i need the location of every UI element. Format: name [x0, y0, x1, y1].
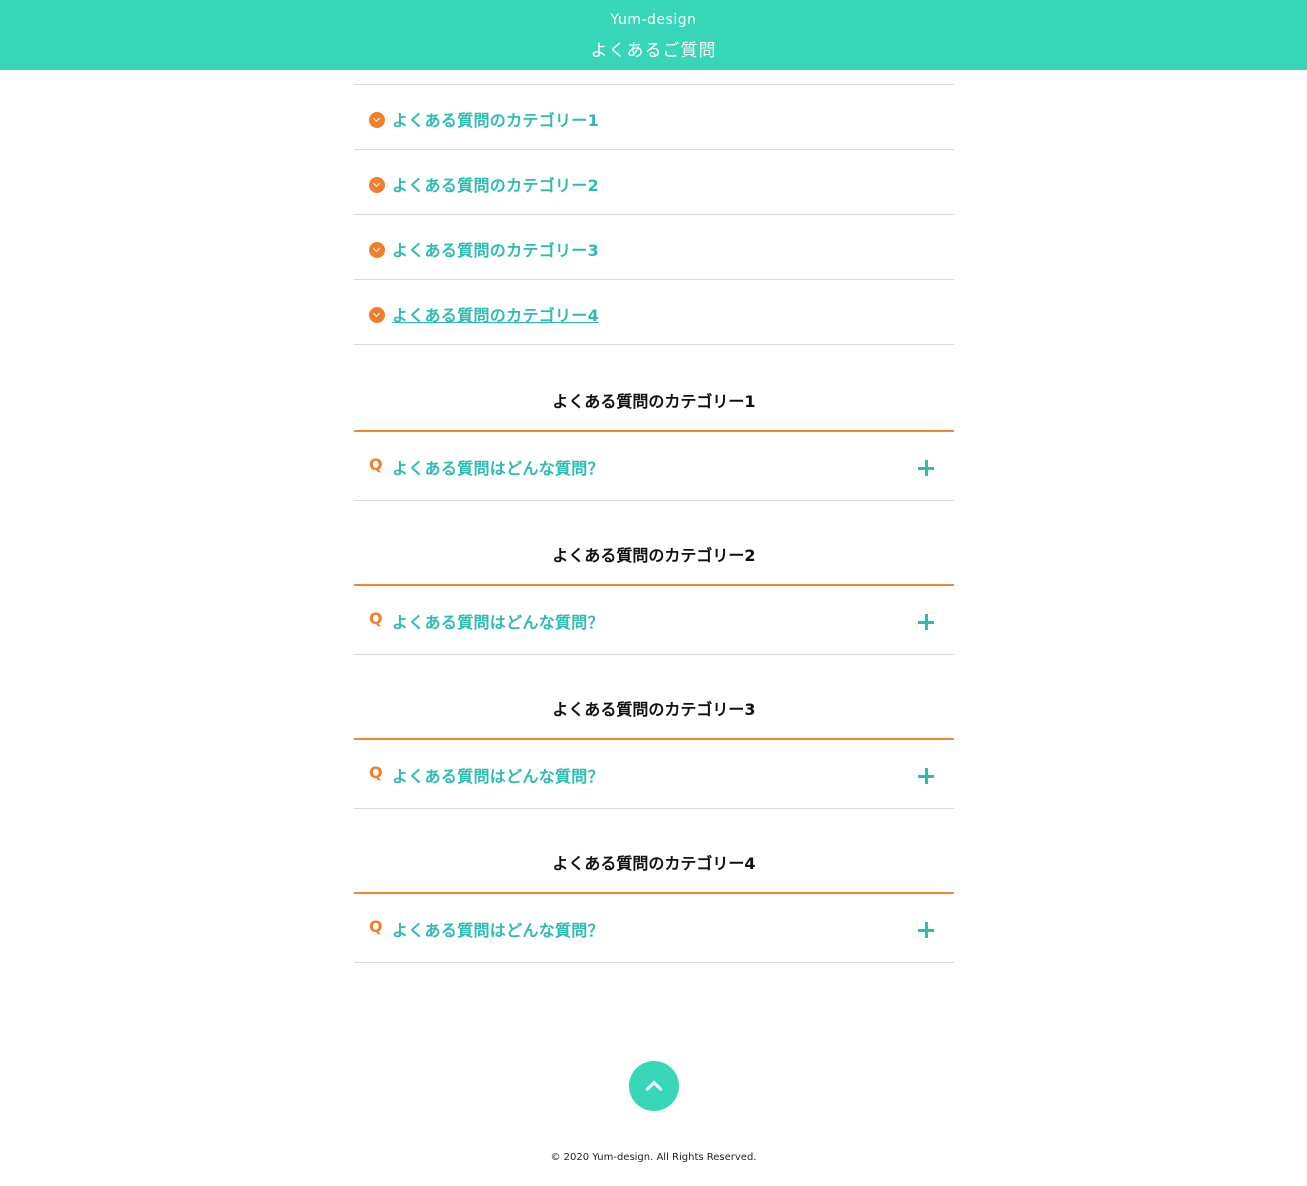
faq-question-row[interactable]: Q よくある質問はどんな質問？ [354, 586, 954, 655]
page-title: よくあるご質問 [590, 41, 717, 61]
faq-question-row[interactable]: Q よくある質問はどんな質問？ [354, 432, 954, 501]
site-header: Yum-design よくあるご質問 [0, 0, 1307, 70]
question-text[interactable]: よくある質問はどんな質問？ [392, 763, 604, 787]
plus-icon[interactable] [918, 922, 934, 938]
category-nav-label[interactable]: よくある質問のカテゴリー3 [392, 237, 599, 261]
category-nav-label[interactable]: よくある質問のカテゴリー4 [392, 302, 599, 326]
chevron-down-icon [369, 242, 385, 258]
category-nav-item-2[interactable]: よくある質問のカテゴリー2 [354, 150, 954, 215]
category-nav-item-1[interactable]: よくある質問のカテゴリー1 [354, 85, 954, 150]
faq-container: よくある質問のカテゴリー1 よくある質問のカテゴリー2 よくある質問のカテゴリー… [354, 84, 954, 963]
plus-icon[interactable] [918, 614, 934, 630]
plus-icon[interactable] [918, 460, 934, 476]
chevron-down-icon [369, 112, 385, 128]
q-mark: Q [369, 917, 383, 936]
section-heading: よくある質問のカテゴリー4 [354, 848, 954, 894]
question-text[interactable]: よくある質問はどんな質問？ [392, 917, 604, 941]
category-nav-label[interactable]: よくある質問のカテゴリー2 [392, 172, 599, 196]
q-mark: Q [369, 609, 383, 628]
q-mark: Q [369, 763, 383, 782]
section-heading: よくある質問のカテゴリー1 [354, 386, 954, 432]
question-text[interactable]: よくある質問はどんな質問？ [392, 609, 604, 633]
faq-question-row[interactable]: Q よくある質問はどんな質問？ [354, 894, 954, 963]
plus-icon[interactable] [918, 768, 934, 784]
faq-section-3: よくある質問のカテゴリー3 Q よくある質問はどんな質問？ [354, 694, 954, 809]
category-nav-label[interactable]: よくある質問のカテゴリー1 [392, 107, 599, 131]
category-nav-item-4[interactable]: よくある質問のカテゴリー4 [354, 280, 954, 345]
question-text[interactable]: よくある質問はどんな質問？ [392, 455, 604, 479]
section-heading: よくある質問のカテゴリー3 [354, 694, 954, 740]
q-mark: Q [369, 455, 383, 474]
category-nav-item-3[interactable]: よくある質問のカテゴリー3 [354, 215, 954, 280]
faq-question-row[interactable]: Q よくある質問はどんな質問？ [354, 740, 954, 809]
back-to-top-button[interactable] [629, 1061, 679, 1111]
faq-section-1: よくある質問のカテゴリー1 Q よくある質問はどんな質問？ [354, 386, 954, 501]
faq-section-4: よくある質問のカテゴリー4 Q よくある質問はどんな質問？ [354, 848, 954, 963]
footer-copyright: © 2020 Yum-design. All Rights Reserved. [550, 1152, 757, 1163]
chevron-down-icon [369, 177, 385, 193]
section-heading: よくある質問のカテゴリー2 [354, 540, 954, 586]
category-nav: よくある質問のカテゴリー1 よくある質問のカテゴリー2 よくある質問のカテゴリー… [354, 84, 954, 345]
faq-section-2: よくある質問のカテゴリー2 Q よくある質問はどんな質問？ [354, 540, 954, 655]
chevron-down-icon [369, 307, 385, 323]
site-name[interactable]: Yum-design [0, 12, 1307, 28]
